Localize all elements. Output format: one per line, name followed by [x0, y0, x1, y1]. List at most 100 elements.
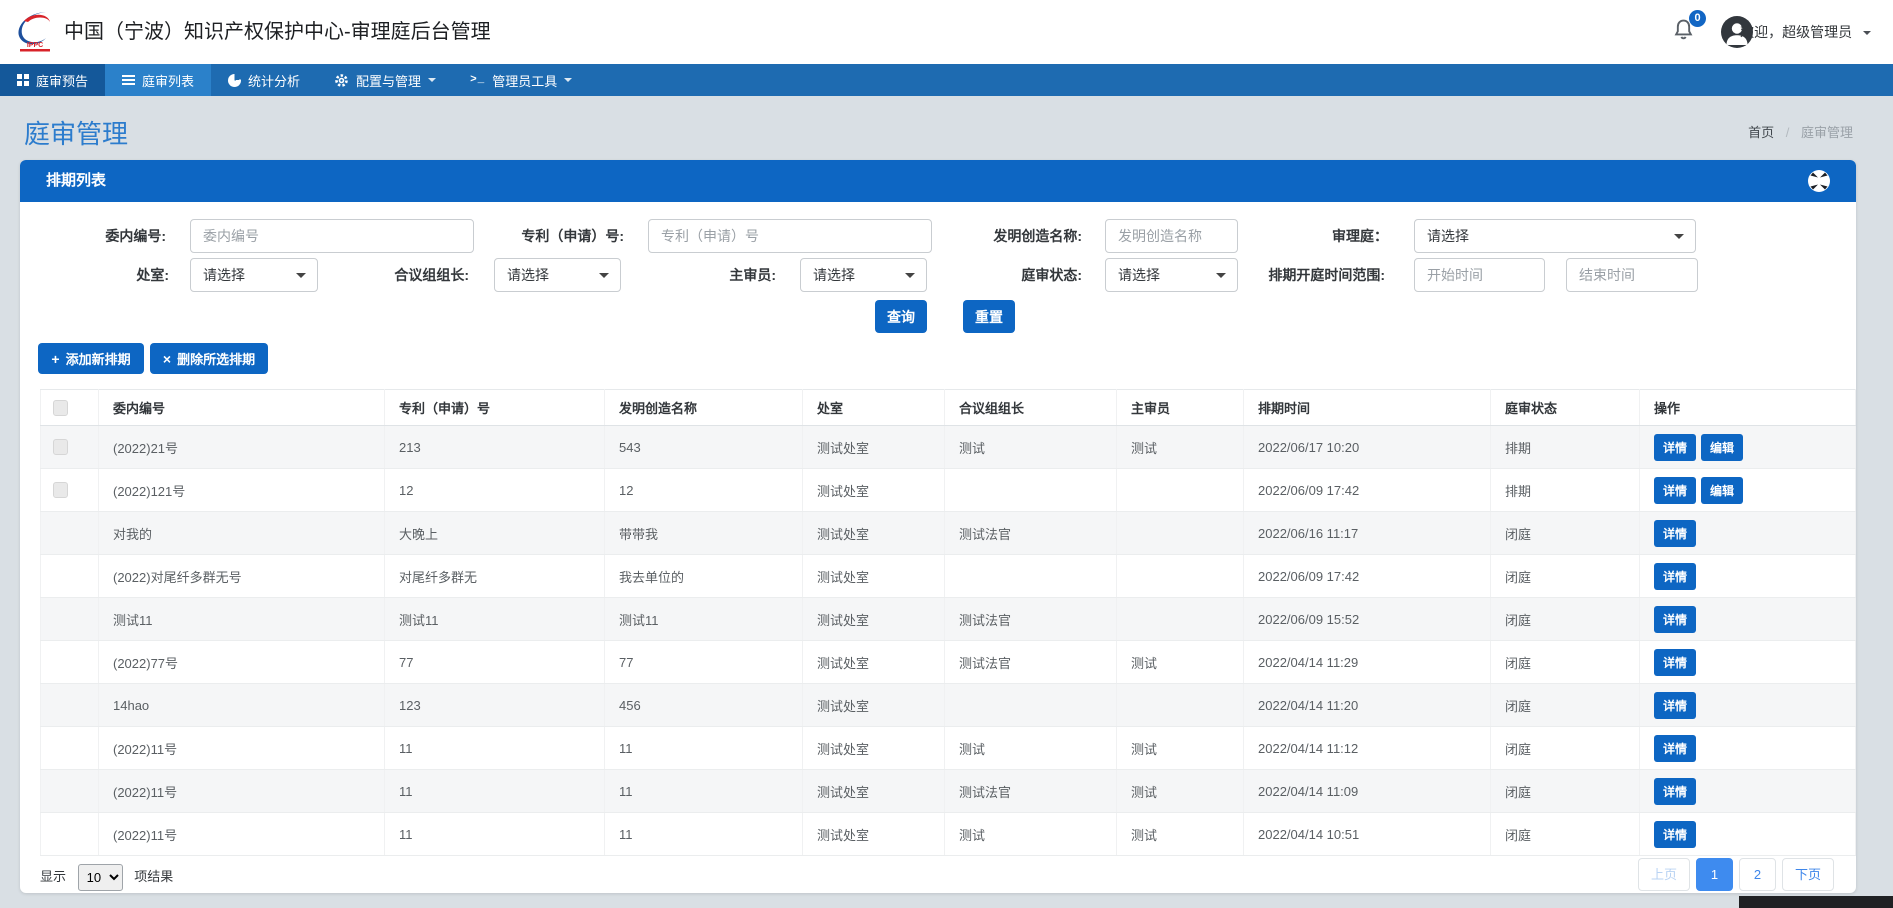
select-value: 请选择 [203, 267, 245, 283]
show-label: 显示 [40, 869, 66, 884]
results-label: 项结果 [134, 869, 173, 884]
detail-button[interactable]: 详情 [1654, 520, 1696, 547]
status-badge: 闭庭 [1491, 684, 1640, 727]
table-row: (2022)对尾纤多群无号对尾纤多群无 我去单位的测试处室 2022/06/09… [41, 555, 1856, 598]
status-badge: 闭庭 [1491, 813, 1640, 856]
col-case-no: 委内编号 [99, 390, 385, 426]
chevron-down-icon [428, 78, 436, 86]
status-badge: 闭庭 [1491, 555, 1640, 598]
detail-button[interactable]: 详情 [1654, 563, 1696, 590]
tab-config-management[interactable]: 配置与管理 [317, 64, 453, 96]
detail-button[interactable]: 详情 [1654, 735, 1696, 762]
breadcrumb-current: 庭审管理 [1801, 125, 1853, 140]
page-2-button[interactable]: 2 [1739, 858, 1776, 891]
court-select[interactable]: 请选择 [1414, 219, 1696, 253]
fullscreen-toggle-icon[interactable] [1806, 168, 1832, 194]
tab-admin-tools[interactable]: >_ 管理员工具 [453, 64, 589, 96]
user-menu[interactable]: 欢迎，超级管理员 [1740, 0, 1871, 64]
add-schedule-button[interactable]: + 添加新排期 [38, 343, 144, 374]
delete-label: 删除所选排期 [177, 352, 255, 367]
label-office: 处室: [44, 258, 169, 292]
notification-bell-icon[interactable]: 0 [1673, 18, 1697, 44]
search-button[interactable]: 查询 [875, 300, 927, 333]
table-row: 14hao123 456测试处室 2022/04/14 11:20闭庭 详情 [41, 684, 1856, 727]
presiding-select[interactable]: 请选择 [494, 258, 621, 292]
add-label: 添加新排期 [66, 352, 131, 367]
detail-button[interactable]: 详情 [1654, 477, 1696, 504]
judge-select[interactable]: 请选择 [800, 258, 927, 292]
end-time-input[interactable] [1566, 258, 1698, 292]
next-page-button[interactable]: 下页 [1782, 858, 1834, 891]
detail-button[interactable]: 详情 [1654, 821, 1696, 848]
page-title: 庭审管理 [24, 114, 128, 151]
nav-label: 庭审预告 [36, 71, 88, 90]
detail-button[interactable]: 详情 [1654, 434, 1696, 461]
detail-button[interactable]: 详情 [1654, 649, 1696, 676]
table-row: (2022)21号213 543测试处室 测试测试 2022/06/17 10:… [41, 426, 1856, 469]
caret-down-icon [599, 273, 609, 283]
notification-count-badge: 0 [1689, 10, 1706, 27]
status-badge: 闭庭 [1491, 727, 1640, 770]
tab-court-list[interactable]: 庭审列表 [105, 64, 211, 96]
invention-name-input[interactable] [1105, 219, 1238, 253]
table-row: (2022)121号12 12测试处室 2022/06/09 17:42排期 详… [41, 469, 1856, 512]
welcome-text: 欢迎，超级管理员 [1740, 24, 1852, 40]
status-badge: 排期 [1491, 469, 1640, 512]
office-select[interactable]: 请选择 [190, 258, 318, 292]
edit-button[interactable]: 编辑 [1701, 477, 1743, 504]
label-judge: 主审员: [640, 258, 776, 292]
status-badge: 闭庭 [1491, 770, 1640, 813]
breadcrumb-home-link[interactable]: 首页 [1748, 125, 1774, 140]
row-checkbox[interactable] [53, 439, 68, 455]
terminal-icon: >_ [470, 74, 485, 86]
label-case-no: 委内编号: [44, 219, 166, 253]
col-status: 庭审状态 [1491, 390, 1640, 426]
plus-icon: + [51, 351, 59, 367]
patent-no-input[interactable] [648, 219, 932, 253]
label-status: 庭审状态: [950, 258, 1082, 292]
case-no-input[interactable] [190, 219, 474, 253]
select-value: 请选择 [813, 267, 855, 283]
label-presiding: 合议组组长: [330, 258, 469, 292]
tab-statistics[interactable]: 统计分析 [211, 64, 317, 96]
chevron-down-icon [564, 78, 572, 86]
detail-button[interactable]: 详情 [1654, 606, 1696, 633]
nav-label: 庭审列表 [142, 71, 194, 90]
select-value: 请选择 [1118, 267, 1160, 283]
close-icon: × [163, 351, 171, 367]
nav-label: 统计分析 [248, 71, 300, 90]
detail-button[interactable]: 详情 [1654, 692, 1696, 719]
reset-button[interactable]: 重置 [963, 300, 1015, 333]
grid-icon [17, 74, 29, 86]
edit-button[interactable]: 编辑 [1701, 434, 1743, 461]
caret-down-icon [1674, 234, 1684, 244]
top-header: IPPC 中国（宁波）知识产权保护中心-审理庭后台管理 0 欢迎，超级管理员 [0, 0, 1893, 64]
list-icon [122, 74, 135, 86]
table-row: (2022)77号77 77测试处室 测试法官测试 2022/04/14 11:… [41, 641, 1856, 684]
table-row: 对我的大晚上 带带我测试处室 测试法官 2022/06/16 11:17闭庭 详… [41, 512, 1856, 555]
col-time: 排期时间 [1244, 390, 1491, 426]
select-all-checkbox[interactable] [53, 400, 68, 416]
page-1-button[interactable]: 1 [1696, 858, 1733, 891]
nav-label: 管理员工具 [492, 71, 557, 90]
col-actions: 操作 [1640, 390, 1856, 426]
col-presiding: 合议组组长 [945, 390, 1117, 426]
schedule-panel: 排期列表 委内编号: 专利（申请）号: 发明创造名称: 审理庭： 请选择 处室:… [20, 160, 1856, 893]
prev-page-button[interactable]: 上页 [1638, 858, 1690, 891]
bottom-right-dark-bar [1739, 896, 1893, 908]
table-row: (2022)11号11 11测试处室 测试法官测试 2022/04/14 11:… [41, 770, 1856, 813]
delete-selected-button[interactable]: × 删除所选排期 [150, 343, 268, 374]
page-size-select[interactable]: 10 [78, 864, 123, 891]
table-row: (2022)11号11 11测试处室 测试测试 2022/04/14 11:12… [41, 727, 1856, 770]
chevron-down-icon [1863, 31, 1871, 39]
start-time-input[interactable] [1414, 258, 1545, 292]
col-patent-no: 专利（申请）号 [385, 390, 605, 426]
svg-text:IPPC: IPPC [27, 42, 43, 49]
status-badge: 闭庭 [1491, 641, 1640, 684]
detail-button[interactable]: 详情 [1654, 778, 1696, 805]
row-checkbox[interactable] [53, 482, 68, 498]
panel-title: 排期列表 [46, 172, 106, 189]
table-row: (2022)11号11 11测试处室 测试测试 2022/04/14 10:51… [41, 813, 1856, 856]
panel-header: 排期列表 [20, 160, 1856, 202]
tab-court-preview[interactable]: 庭审预告 [0, 64, 105, 96]
